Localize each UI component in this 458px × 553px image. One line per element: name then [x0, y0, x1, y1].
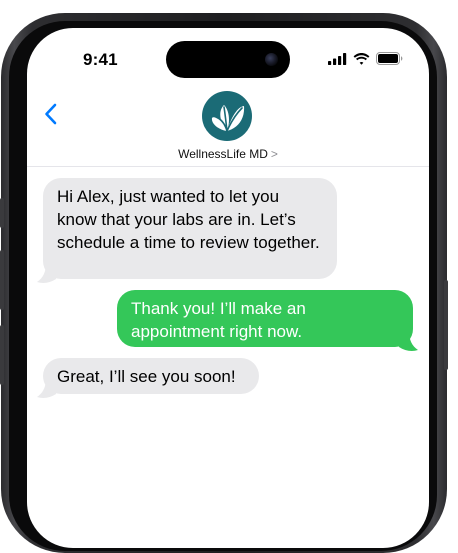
power-button [444, 280, 448, 370]
bubble-tail-incoming [37, 378, 56, 398]
message-bubble-incoming[interactable]: Great, I’ll see you soon! [43, 358, 259, 394]
chevron-left-icon [45, 103, 57, 125]
volume-down-button [0, 325, 4, 385]
chevron-right-icon: > [270, 147, 278, 161]
battery-icon [376, 52, 403, 65]
leaf-logo-icon [211, 105, 245, 132]
back-button[interactable] [41, 100, 63, 128]
dynamic-island [166, 41, 290, 78]
message-bubble-incoming[interactable]: Hi Alex, just wanted to let you know tha… [43, 178, 337, 279]
wifi-icon [353, 52, 370, 65]
header-divider [27, 166, 429, 167]
contact-avatar[interactable] [202, 91, 252, 141]
action-button [0, 198, 4, 228]
cellular-signal-icon [328, 52, 347, 65]
front-camera-icon [265, 53, 278, 66]
status-icons [328, 52, 403, 65]
bubble-tail-incoming [37, 263, 56, 283]
phone-screen: 9:41 WellnessLife MD > Hi Alex, just wan… [27, 28, 429, 548]
status-time: 9:41 [83, 50, 118, 69]
volume-up-button [0, 250, 4, 310]
contact-name-button[interactable]: WellnessLife MD > [27, 147, 429, 161]
bubble-tail-outgoing [399, 331, 418, 351]
message-bubble-outgoing[interactable]: Thank you! I’ll make an appointment righ… [117, 290, 413, 347]
contact-name: WellnessLife MD [178, 147, 268, 161]
